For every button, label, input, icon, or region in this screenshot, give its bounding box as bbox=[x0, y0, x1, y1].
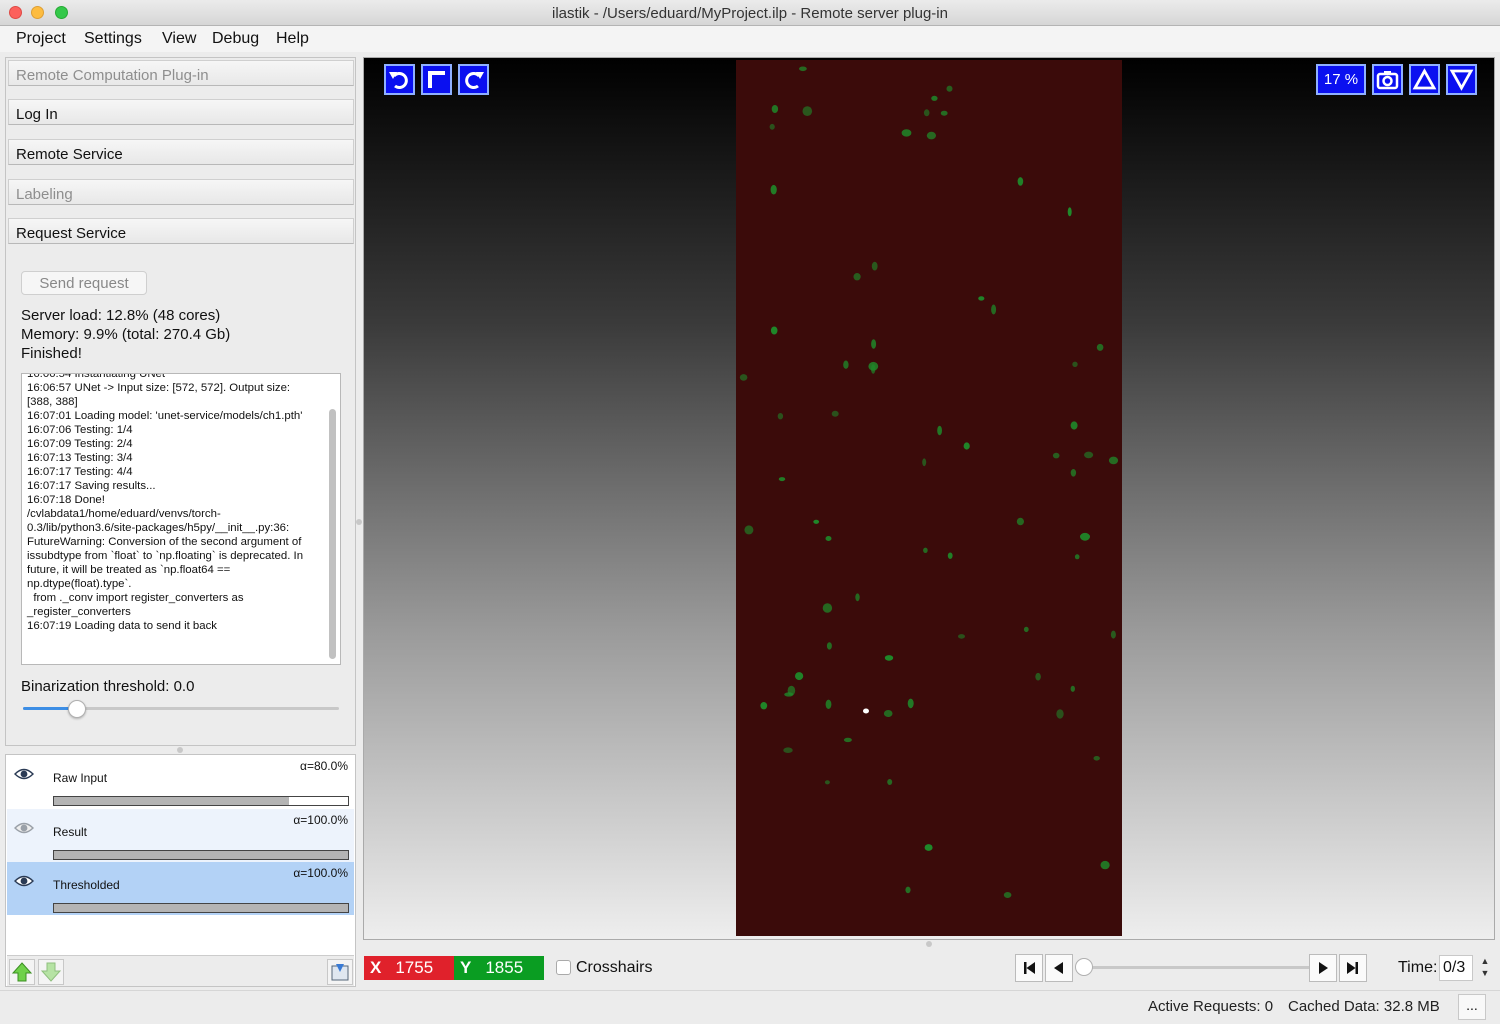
slice-down-button[interactable] bbox=[1446, 64, 1477, 95]
drawer-remote-service[interactable]: Remote Service bbox=[8, 139, 354, 165]
log-output[interactable]: 16:06:54 Instantiating UNet 16:06:57 UNe… bbox=[21, 373, 341, 665]
log-scrollbar[interactable] bbox=[329, 409, 336, 659]
menu-view[interactable]: View bbox=[162, 30, 196, 48]
last-frame-button[interactable] bbox=[1339, 954, 1367, 982]
menu-project[interactable]: Project bbox=[16, 30, 66, 48]
layer-opacity-fill bbox=[54, 904, 348, 912]
screenshot-button[interactable] bbox=[1372, 64, 1403, 95]
layer-opacity-text: α=100.0% bbox=[293, 813, 348, 827]
layer-opacity-bar[interactable] bbox=[53, 850, 349, 860]
layer-opacity-text: α=100.0% bbox=[293, 866, 348, 880]
y-coordinate: Y 1855 bbox=[454, 956, 544, 980]
menu-help[interactable]: Help bbox=[276, 30, 309, 48]
crosshairs-label: Crosshairs bbox=[576, 959, 653, 976]
active-requests-text: Active Requests: 0 bbox=[1148, 998, 1274, 1015]
image-viewer[interactable]: 17 % bbox=[363, 57, 1495, 940]
drawer-log-in[interactable]: Log In bbox=[8, 99, 354, 125]
microscopy-image[interactable] bbox=[736, 60, 1122, 936]
arrow-down-icon bbox=[40, 962, 62, 982]
previous-frame-button[interactable] bbox=[1045, 954, 1073, 982]
menu-bar: Project Settings View Debug Help bbox=[0, 26, 1500, 52]
layer-opacity-fill bbox=[54, 797, 290, 805]
x-label: X bbox=[370, 958, 382, 977]
step-back-icon bbox=[1054, 962, 1063, 974]
y-value: 1855 bbox=[485, 958, 524, 977]
menu-debug[interactable]: Debug bbox=[212, 30, 259, 48]
layer-toolbar bbox=[7, 955, 354, 986]
crosshairs-checkbox[interactable] bbox=[556, 960, 571, 975]
export-icon bbox=[331, 964, 349, 981]
panel-splitter-handle[interactable] bbox=[177, 747, 183, 753]
x-value: 1755 bbox=[395, 958, 434, 977]
next-frame-button[interactable] bbox=[1309, 954, 1337, 982]
server-load-text: Server load: 12.8% (48 cores) bbox=[21, 307, 221, 324]
triangle-up-icon bbox=[1412, 68, 1437, 90]
y-label: Y bbox=[460, 958, 472, 977]
time-spinbox[interactable]: 0/3 bbox=[1439, 955, 1473, 981]
drawer-labeling[interactable]: Labeling bbox=[8, 179, 354, 205]
eye-hidden-icon[interactable] bbox=[14, 821, 34, 835]
slice-up-button[interactable] bbox=[1409, 64, 1440, 95]
cached-data-text: Cached Data: 32.8 MB bbox=[1288, 998, 1440, 1015]
arrow-up-icon bbox=[11, 962, 33, 982]
skip-start-icon bbox=[1024, 962, 1035, 974]
drawer-remote-computation-plugin[interactable]: Remote Computation Plug-in bbox=[8, 60, 354, 86]
request-status-text: Finished! bbox=[21, 345, 82, 362]
time-spin-arrows[interactable]: ▲ ▼ bbox=[1477, 955, 1493, 981]
eye-icon[interactable] bbox=[14, 767, 34, 781]
send-request-button[interactable]: Send request bbox=[21, 271, 147, 295]
zoom-level[interactable]: 17 % bbox=[1316, 64, 1366, 95]
eye-icon[interactable] bbox=[14, 874, 34, 888]
swap-axes-icon bbox=[428, 71, 445, 88]
layer-row-raw-input[interactable]: Raw Input α=80.0% bbox=[7, 755, 354, 808]
layer-opacity-bar[interactable] bbox=[53, 903, 349, 913]
layer-name: Raw Input bbox=[53, 771, 108, 785]
move-layer-down-button[interactable] bbox=[38, 959, 64, 985]
rotate-left-button[interactable] bbox=[384, 64, 415, 95]
chevron-down-icon[interactable]: ▼ bbox=[1481, 968, 1490, 978]
time-slider-track[interactable] bbox=[1080, 966, 1310, 969]
x-coordinate: X 1755 bbox=[364, 956, 454, 980]
time-slider-handle[interactable] bbox=[1075, 958, 1093, 976]
camera-icon bbox=[1376, 71, 1399, 90]
title-bar: ilastik - /Users/eduard/MyProject.ilp - … bbox=[0, 0, 1500, 26]
rotate-right-button[interactable] bbox=[458, 64, 489, 95]
layer-opacity-text: α=80.0% bbox=[300, 759, 348, 773]
rotate-right-icon bbox=[465, 72, 484, 89]
play-icon bbox=[1319, 962, 1328, 974]
layer-row-thresholded[interactable]: Thresholded α=100.0% bbox=[7, 862, 354, 915]
rotate-left-icon bbox=[389, 72, 408, 89]
applet-panel: Remote Computation Plug-in Log In Remote… bbox=[5, 57, 356, 746]
threshold-label: Binarization threshold: 0.0 bbox=[21, 678, 195, 695]
log-text: 16:06:54 Instantiating UNet 16:06:57 UNe… bbox=[27, 373, 304, 632]
viewer-splitter-handle[interactable] bbox=[926, 941, 932, 947]
window-title: ilastik - /Users/eduard/MyProject.ilp - … bbox=[552, 5, 948, 22]
side-splitter-handle[interactable] bbox=[356, 519, 362, 525]
status-bar: Active Requests: 0 Cached Data: 32.8 MB … bbox=[0, 990, 1500, 1024]
time-label: Time: bbox=[1398, 959, 1438, 976]
chevron-up-icon[interactable]: ▲ bbox=[1481, 956, 1490, 966]
layer-opacity-bar[interactable] bbox=[53, 796, 349, 806]
move-layer-up-button[interactable] bbox=[9, 959, 35, 985]
first-frame-button[interactable] bbox=[1015, 954, 1043, 982]
layer-row-result[interactable]: Result α=100.0% bbox=[7, 809, 354, 862]
swap-axes-button[interactable] bbox=[421, 64, 452, 95]
triangle-down-icon bbox=[1449, 69, 1474, 91]
layer-opacity-fill bbox=[54, 851, 348, 859]
layer-name: Result bbox=[53, 825, 88, 839]
layer-list: Raw Input α=80.0% Result α=100.0% Thresh… bbox=[5, 754, 356, 987]
memory-text: Memory: 9.9% (total: 270.4 Gb) bbox=[21, 326, 231, 343]
export-layer-button[interactable] bbox=[327, 959, 353, 985]
skip-end-icon bbox=[1347, 962, 1358, 974]
menu-settings[interactable]: Settings bbox=[84, 30, 142, 48]
more-button[interactable]: ... bbox=[1458, 994, 1486, 1020]
drawer-request-service[interactable]: Request Service bbox=[8, 218, 354, 244]
layer-name: Thresholded bbox=[53, 878, 120, 892]
threshold-slider-handle[interactable] bbox=[67, 700, 86, 718]
